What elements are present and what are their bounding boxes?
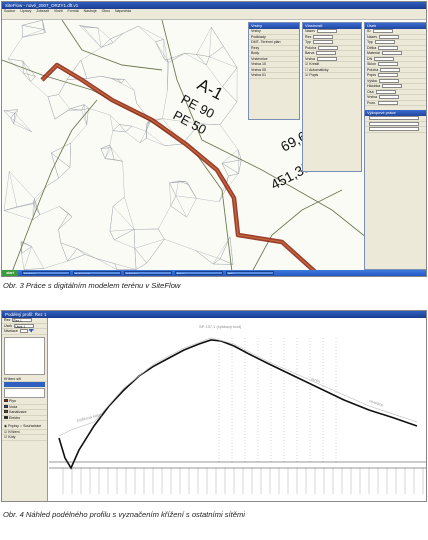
menu-item[interactable]: Nástroje <box>84 9 97 13</box>
profile-screenshot: Podélný profil: Řez 1 Řez Řez 1 Úsek Úsek … <box>1 310 427 502</box>
property-checkbox[interactable]: ☑ Popis <box>303 73 361 79</box>
figure-caption: Obr. 4 Náhled podélného profilu s vyznač… <box>3 510 245 519</box>
segment-field[interactable] <box>378 62 398 67</box>
start-button[interactable]: start <box>2 270 18 276</box>
segment-field[interactable] <box>380 67 401 72</box>
segment-field[interactable] <box>369 127 419 132</box>
longitudinal-profile-canvas[interactable]: SP 137,1 (výškový bod) (výšková kóta) te… <box>49 318 427 502</box>
segment-field[interactable] <box>379 95 400 100</box>
legend-swatch <box>4 410 8 413</box>
menu-item[interactable]: Okno <box>102 9 110 13</box>
taskbar-item[interactable]: SiteFlow <box>22 271 70 275</box>
menu-item[interactable]: Nápověda <box>115 9 131 13</box>
legend-swatch <box>4 415 8 419</box>
settings-row: Nivelace ✚ <box>2 329 47 335</box>
option-checkbox[interactable]: ☑ Kóty <box>2 435 47 441</box>
siteflow-screenshot: SiteFlow - nové_2007_ORZY1.dft.v1 Soubor… <box>1 1 427 277</box>
segment-field[interactable] <box>374 56 395 61</box>
settings-field[interactable]: Řez 1 <box>12 318 33 323</box>
segment-field[interactable] <box>381 51 402 56</box>
property-field[interactable] <box>313 34 334 39</box>
settings-field[interactable]: Úsek 1 <box>14 323 35 328</box>
segment-field[interactable] <box>375 89 396 94</box>
taskbar-item[interactable]: Vyhledat <box>124 271 172 275</box>
windows-taskbar: start SiteFlow Dokumenty Vyhledat Mapa P… <box>2 270 426 276</box>
settings-field[interactable] <box>19 329 28 334</box>
segment-field[interactable] <box>372 29 393 34</box>
layer-panel: Vrstvy Vrstvy Podklady DMT- Terénní plán… <box>248 22 300 120</box>
taskbar-item[interactable]: Mapa <box>175 271 223 275</box>
segment-field[interactable] <box>378 100 399 105</box>
profile-annotation: SP 137,1 (výškový bod) <box>199 324 242 329</box>
legend-swatch <box>4 404 8 408</box>
menu-item[interactable]: Zobrazit <box>36 9 49 13</box>
segment-field[interactable] <box>378 45 399 50</box>
add-icon[interactable]: ✚ <box>29 329 34 334</box>
menu-item[interactable]: Úpravy <box>20 9 31 13</box>
segment-field[interactable] <box>382 84 403 89</box>
window-titlebar: SiteFlow - nové_2007_ORZY1.dft.v1 <box>2 2 426 9</box>
layer-item[interactable]: Vrstva 01 <box>249 73 299 79</box>
window-titlebar: Podélný profil: Řez 1 <box>2 311 426 318</box>
segment-panel: Úsek ID Název Typ Délka Materiál DN Sklo… <box>364 22 426 270</box>
property-field[interactable] <box>318 45 339 50</box>
property-field[interactable] <box>316 51 337 56</box>
segment-field[interactable] <box>369 121 419 126</box>
menu-item[interactable]: Soubor <box>4 9 15 13</box>
segment-field[interactable] <box>378 78 399 83</box>
menu-item[interactable]: Formát <box>68 9 79 13</box>
segment-row <box>365 127 426 133</box>
profile-settings-panel: Řez Řez 1 Úsek Úsek 1 Nivelace ✚ Křížení s… <box>2 318 48 501</box>
segment-field[interactable] <box>369 116 419 121</box>
properties-panel: Vlastnosti Název Řez Typ Poloha Barva Vr… <box>302 22 362 172</box>
list-selected-item[interactable] <box>4 382 45 387</box>
segment-field[interactable] <box>378 73 398 78</box>
menu-item[interactable]: Vložit <box>54 9 63 13</box>
segment-field[interactable] <box>374 40 395 45</box>
property-field[interactable] <box>312 40 333 45</box>
taskbar-item[interactable]: Dokumenty <box>73 271 121 275</box>
taskbar-item[interactable]: Plán <box>226 271 274 275</box>
settings-list-box[interactable] <box>4 336 45 375</box>
segment-field[interactable] <box>379 34 400 39</box>
property-field[interactable] <box>317 56 338 61</box>
legend-swatch <box>4 399 8 402</box>
segment-row: Pozn. <box>365 100 426 106</box>
legend-row[interactable]: Elektro <box>2 415 47 421</box>
crossing-list[interactable] <box>4 388 45 398</box>
property-field[interactable] <box>317 29 338 34</box>
figure-caption: Obr. 3 Práce s digitálním modelem terénu… <box>3 281 181 290</box>
